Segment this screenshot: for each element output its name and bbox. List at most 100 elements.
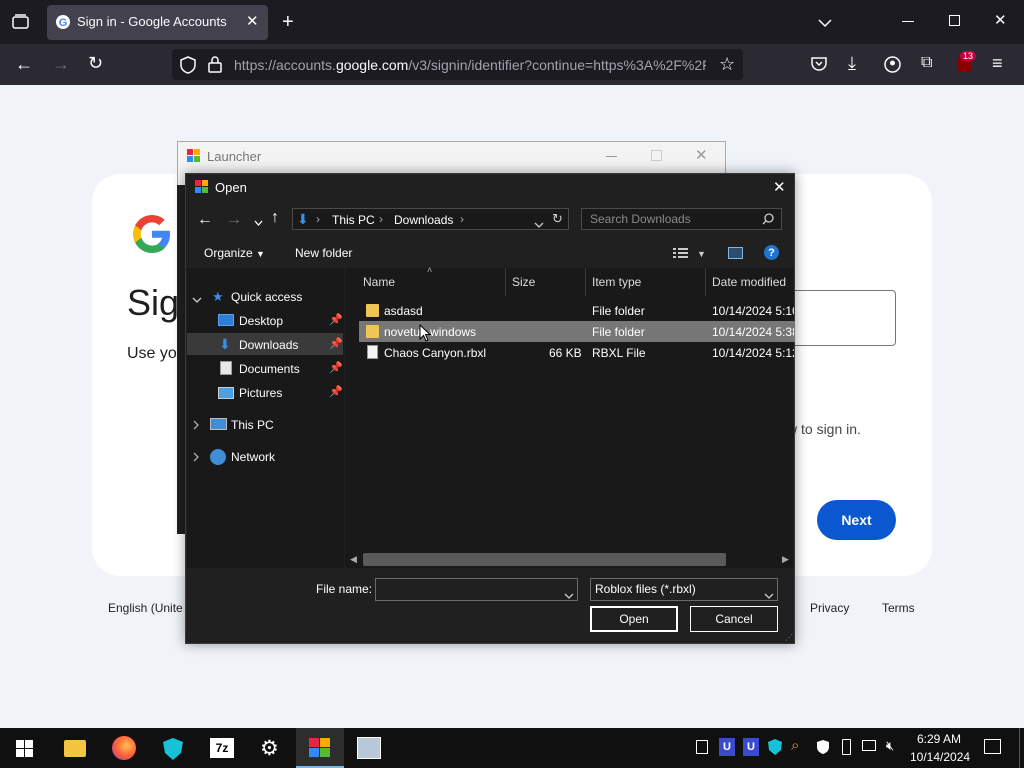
app-window-icon[interactable] <box>357 737 381 759</box>
refresh-icon[interactable]: ↻ <box>552 211 563 227</box>
shield-icon[interactable] <box>180 56 196 77</box>
launcher-close-icon[interactable]: ✕ <box>695 146 708 164</box>
pin-icon[interactable]: 📌 <box>329 337 343 350</box>
tabs-icon[interactable] <box>12 14 29 33</box>
breadcrumb-downloads[interactable]: Downloads <box>394 213 453 227</box>
signin-subtext: Use yo <box>127 345 177 362</box>
view-dropdown-icon[interactable]: ▼ <box>697 249 706 259</box>
tray-search-icon[interactable]: ⌕ <box>791 737 799 754</box>
tray-vpn-icon[interactable] <box>767 738 783 759</box>
pin-icon[interactable]: 📌 <box>329 361 343 374</box>
organize-button[interactable]: Organize ▼ <box>204 246 265 260</box>
nav-downloads[interactable]: Downloads <box>239 338 298 352</box>
column-divider[interactable] <box>705 268 706 296</box>
show-desktop-button[interactable] <box>1019 728 1020 768</box>
launcher-minimize-icon[interactable] <box>606 156 617 157</box>
window-close-icon[interactable]: ✕ <box>994 13 1007 28</box>
column-item-type[interactable]: Item type <box>592 275 641 289</box>
firefox-icon[interactable] <box>112 736 136 760</box>
plus-icon[interactable]: + <box>282 12 294 32</box>
restore-icon[interactable] <box>949 15 960 26</box>
expand-chevron-icon[interactable] <box>193 450 200 465</box>
file-type: File folder <box>592 304 645 318</box>
file-explorer-icon[interactable] <box>64 740 86 757</box>
settings-gear-icon[interactable]: ⚙ <box>260 736 279 761</box>
google-logo-icon <box>131 213 173 255</box>
expand-chevron-icon[interactable] <box>193 418 200 433</box>
notifications-icon[interactable] <box>984 739 1001 754</box>
privacy-link[interactable]: Privacy <box>810 601 849 615</box>
horizontal-scrollbar[interactable] <box>363 553 726 566</box>
pocket-icon[interactable] <box>811 56 827 74</box>
windows-start-icon[interactable] <box>16 740 33 760</box>
star-icon[interactable]: ☆ <box>719 55 735 73</box>
url-text[interactable]: https://accounts.google.com/v3/signin/id… <box>234 57 706 73</box>
file-icon <box>367 345 378 359</box>
file-name-input[interactable] <box>375 578 578 601</box>
view-options-icon[interactable] <box>673 247 689 259</box>
preview-pane-icon[interactable] <box>728 247 743 259</box>
url-domain: google.com <box>335 57 409 73</box>
scroll-right-icon[interactable]: ▶ <box>782 554 789 565</box>
file-type-dropdown-icon[interactable] <box>764 587 774 602</box>
collapse-chevron-icon[interactable] <box>192 292 202 307</box>
7zip-icon[interactable]: 7z <box>210 738 234 758</box>
account-icon[interactable] <box>884 56 901 76</box>
tray-device-icon[interactable] <box>696 740 708 754</box>
recent-locations-icon[interactable] <box>254 214 263 229</box>
nav-documents[interactable]: Documents <box>239 362 300 376</box>
next-button[interactable]: Next <box>817 500 896 540</box>
minimize-icon[interactable] <box>902 21 914 22</box>
dialog-forward-icon[interactable]: → <box>226 211 242 229</box>
reload-icon[interactable]: ↻ <box>88 54 103 72</box>
dialog-close-icon[interactable]: ✕ <box>773 178 786 196</box>
menu-icon[interactable]: ≡ <box>992 54 1003 72</box>
column-date-modified[interactable]: Date modified <box>712 275 786 289</box>
clock-date[interactable]: 10/14/2024 <box>910 750 970 764</box>
vpn-shield-icon[interactable] <box>162 737 184 764</box>
up-folder-icon[interactable]: ↑ <box>271 209 279 227</box>
new-folder-button[interactable]: New folder <box>295 246 352 260</box>
column-size[interactable]: Size <box>512 275 535 289</box>
nav-pictures[interactable]: Pictures <box>239 386 282 400</box>
cancel-button[interactable]: Cancel <box>690 606 778 632</box>
breadcrumb-this-pc[interactable]: This PC <box>332 213 375 227</box>
tray-u-icon[interactable]: U <box>719 738 735 756</box>
column-divider[interactable] <box>585 268 586 296</box>
nav-network[interactable]: Network <box>231 450 275 464</box>
pin-icon[interactable]: 📌 <box>329 385 343 398</box>
network-tray-icon[interactable] <box>862 740 876 751</box>
pin-icon[interactable]: 📌 <box>329 313 343 326</box>
file-name-dropdown-icon[interactable] <box>564 587 574 602</box>
extensions-icon[interactable]: ⧉ <box>921 55 932 71</box>
terms-link[interactable]: Terms <box>882 601 915 615</box>
back-icon[interactable]: ← <box>15 55 33 73</box>
download-icon[interactable]: ⤓ <box>848 54 856 72</box>
file-date: 10/14/2024 5:10 <box>712 304 794 318</box>
language-selector[interactable]: English (Unite <box>108 601 183 615</box>
dialog-back-icon[interactable]: ← <box>197 211 213 229</box>
address-dropdown-icon[interactable] <box>534 216 544 231</box>
tray-defender-icon[interactable] <box>816 739 830 758</box>
launcher-maximize-icon[interactable] <box>651 150 662 161</box>
extension-badge: 13 <box>960 51 977 61</box>
battery-icon[interactable] <box>842 739 851 755</box>
nav-this-pc[interactable]: This PC <box>231 418 274 432</box>
close-icon[interactable]: ✕ <box>246 14 259 29</box>
nav-quick-access[interactable]: Quick access <box>231 290 302 304</box>
resize-grip-icon[interactable]: ⋰ <box>785 633 793 642</box>
open-button[interactable]: Open <box>590 606 678 632</box>
volume-muted-icon[interactable]: 🔇︎ <box>886 738 894 754</box>
signin-note: w to sign in. <box>787 421 861 437</box>
help-icon[interactable]: ? <box>764 245 779 260</box>
breadcrumb-sep-icon: › <box>379 212 383 226</box>
chevron-down-icon[interactable] <box>818 16 832 31</box>
column-divider[interactable] <box>505 268 506 296</box>
column-name[interactable]: Name <box>363 275 395 289</box>
nav-desktop[interactable]: Desktop <box>239 314 283 328</box>
scroll-left-icon[interactable]: ◀ <box>350 554 357 565</box>
clock-time[interactable]: 6:29 AM <box>917 732 961 746</box>
lock-icon[interactable] <box>208 56 222 76</box>
tray-u2-icon[interactable]: U <box>743 738 759 756</box>
forward-icon[interactable]: → <box>52 55 70 73</box>
